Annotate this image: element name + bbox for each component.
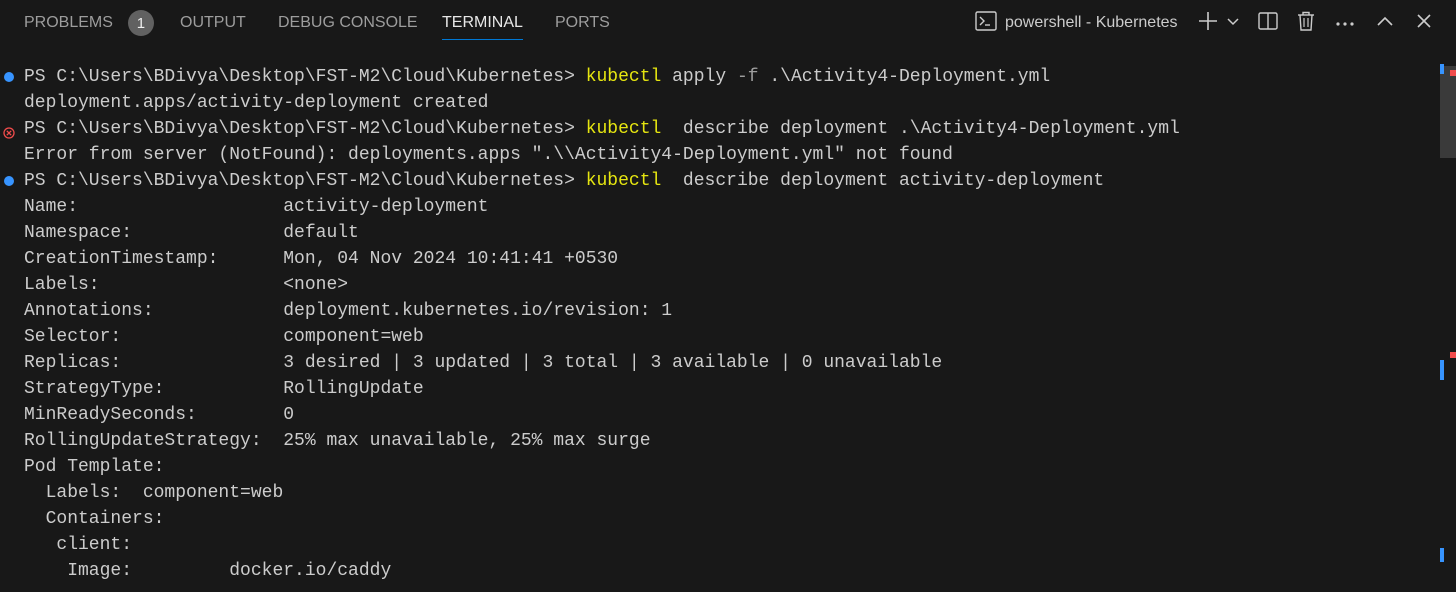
terminal-name: powershell - Kubernetes <box>1005 14 1178 31</box>
detail-container-image: Image: docker.io/caddy <box>24 561 392 581</box>
command-args-rest: .\Activity4-Deployment.yml <box>758 67 1051 87</box>
tab-problems-label: PROBLEMS <box>24 14 113 31</box>
command-args: describe deployment .\Activity4-Deployme… <box>661 119 1180 139</box>
close-icon <box>1416 13 1432 34</box>
tab-terminal-label: TERMINAL <box>442 14 523 31</box>
launch-profile-button[interactable] <box>1224 9 1242 37</box>
tab-ports-label: PORTS <box>555 14 610 31</box>
tab-ports[interactable]: PORTS <box>555 0 610 46</box>
detail-rolling-update-strategy: RollingUpdateStrategy: 25% max unavailab… <box>24 431 651 451</box>
prompt: PS C:\Users\BDivya\Desktop\FST-M2\Cloud\… <box>24 119 586 139</box>
detail-replicas: Replicas: 3 desired | 3 updated | 3 tota… <box>24 353 943 373</box>
command-success-dot[interactable] <box>4 72 14 82</box>
detail-selector: Selector: component=web <box>24 327 424 347</box>
command-error-icon[interactable] <box>3 122 15 139</box>
tab-debug-console[interactable]: DEBUG CONSOLE <box>278 0 418 46</box>
tab-terminal[interactable]: TERMINAL <box>442 0 523 46</box>
terminal-selector[interactable]: powershell - Kubernetes <box>975 9 1195 37</box>
split-terminal-button[interactable] <box>1256 9 1280 37</box>
command-line-describe-deployment: PS C:\Users\BDivya\Desktop\FST-M2\Cloud\… <box>24 168 1104 194</box>
close-panel-button[interactable] <box>1412 9 1436 37</box>
prompt: PS C:\Users\BDivya\Desktop\FST-M2\Cloud\… <box>24 171 586 191</box>
prompt: PS C:\Users\BDivya\Desktop\FST-M2\Cloud\… <box>24 67 586 87</box>
command-keyword: kubectl <box>585 171 662 191</box>
tab-problems[interactable]: PROBLEMS 1 <box>24 0 154 46</box>
scroll-marker-blue <box>1440 548 1444 562</box>
detail-strategy-type: StrategyType: RollingUpdate <box>24 379 424 399</box>
tab-debug-console-label: DEBUG CONSOLE <box>278 14 418 31</box>
command-line-apply: PS C:\Users\BDivya\Desktop\FST-M2\Cloud\… <box>24 64 1050 90</box>
new-terminal-button[interactable] <box>1196 9 1220 37</box>
command-args: apply <box>661 67 737 87</box>
chevron-up-icon <box>1376 14 1394 32</box>
split-icon <box>1258 11 1278 36</box>
tab-output-label: OUTPUT <box>180 14 246 31</box>
detail-annotations: Annotations: deployment.kubernetes.io/re… <box>24 301 673 321</box>
scroll-marker-error <box>1450 70 1456 76</box>
plus-icon <box>1198 11 1218 36</box>
detail-name: Name: activity-deployment <box>24 197 489 217</box>
kill-terminal-button[interactable] <box>1294 9 1318 37</box>
detail-pod-template: Pod Template: <box>24 457 165 477</box>
tab-output[interactable]: OUTPUT <box>180 0 246 46</box>
maximize-panel-button[interactable] <box>1373 9 1397 37</box>
trash-icon <box>1297 11 1315 36</box>
terminal-icon <box>975 10 997 36</box>
more-actions-button[interactable] <box>1333 9 1357 37</box>
detail-pod-labels: Labels: component=web <box>24 483 284 503</box>
output-line: deployment.apps/activity-deployment crea… <box>24 93 489 113</box>
scrollbar-thumb[interactable] <box>1440 66 1456 158</box>
detail-container-client: client: <box>24 535 133 555</box>
error-output-line: Error from server (NotFound): deployment… <box>24 145 953 165</box>
scroll-marker-blue <box>1440 64 1444 74</box>
chevron-down-icon <box>1226 14 1240 32</box>
command-line-describe-file: PS C:\Users\BDivya\Desktop\FST-M2\Cloud\… <box>24 116 1180 142</box>
more-icon <box>1335 14 1355 32</box>
command-args: describe deployment activity-deployment <box>661 171 1105 191</box>
command-keyword: kubectl <box>585 67 662 87</box>
detail-min-ready-seconds: MinReadySeconds: 0 <box>24 405 295 425</box>
detail-containers: Containers: <box>24 509 165 529</box>
terminal-output[interactable]: PS C:\Users\BDivya\Desktop\FST-M2\Cloud\… <box>0 64 1438 592</box>
detail-namespace: Namespace: default <box>24 223 359 243</box>
scroll-marker-blue <box>1440 360 1444 380</box>
command-success-dot[interactable] <box>4 176 14 186</box>
command-flag: -f <box>736 67 759 87</box>
detail-creation-timestamp: CreationTimestamp: Mon, 04 Nov 2024 10:4… <box>24 249 619 269</box>
scroll-marker-error <box>1450 352 1456 358</box>
detail-labels: Labels: <none> <box>24 275 349 295</box>
problems-count-badge: 1 <box>127 10 154 36</box>
panel-tab-bar: PROBLEMS 1 OUTPUT DEBUG CONSOLE TERMINAL… <box>0 0 1456 46</box>
command-keyword: kubectl <box>585 119 662 139</box>
